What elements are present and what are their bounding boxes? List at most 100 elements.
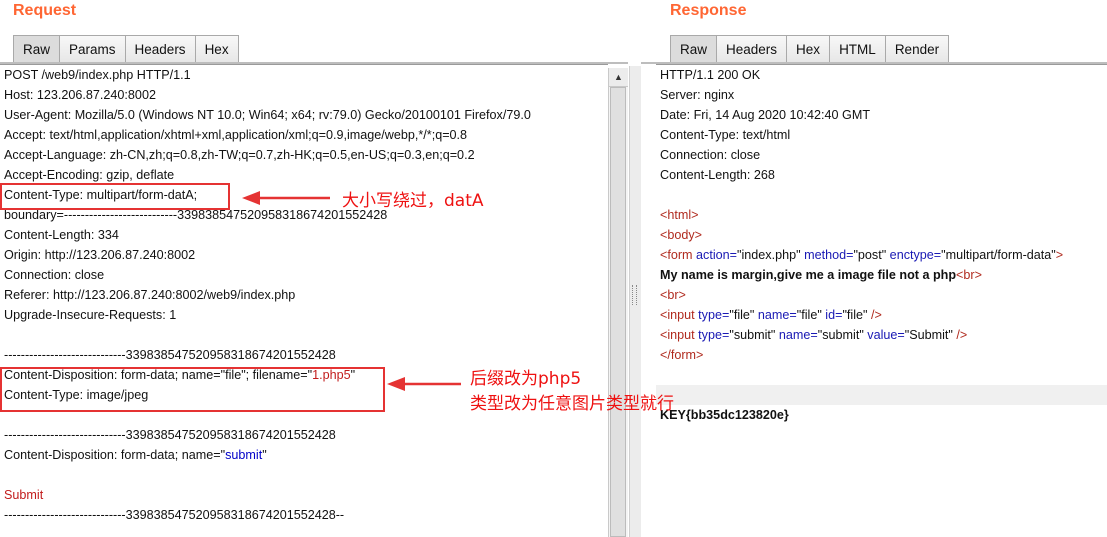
- text-segment: Origin: http://123.206.87.240:8002: [4, 248, 196, 262]
- response-line: <br>: [656, 285, 1107, 305]
- request-line: Referer: http://123.206.87.240:8002/web9…: [0, 285, 608, 305]
- response-line: KEY{bb35dc123820e}: [656, 405, 1107, 425]
- text-segment: Content-Type: text/html: [660, 128, 791, 142]
- response-pane: Response Raw Headers Hex HTML Render HTTP/1.…: [641, 0, 1107, 537]
- response-tab-headers[interactable]: Headers: [717, 35, 788, 63]
- request-tab-params[interactable]: Params: [60, 35, 126, 63]
- request-tab-raw[interactable]: Raw: [13, 35, 61, 63]
- response-line: Server: nginx: [656, 85, 1107, 105]
- text-segment: Submit: [4, 488, 44, 502]
- triangle-up-icon[interactable]: ▲: [609, 68, 628, 87]
- pane-splitter[interactable]: [628, 0, 642, 537]
- response-line: </form>: [656, 345, 1107, 365]
- response-line: [656, 365, 1107, 385]
- request-line: POST /web9/index.php HTTP/1.1: [0, 65, 608, 85]
- text-segment: -----------------------------33983854752…: [4, 348, 336, 362]
- request-line: Accept-Encoding: gzip, deflate: [0, 165, 608, 185]
- request-line: Content-Disposition: form-data; name="su…: [0, 445, 608, 465]
- response-line: Content-Length: 268: [656, 165, 1107, 185]
- text-segment: <br>: [956, 268, 982, 282]
- text-segment: "submit": [729, 328, 776, 342]
- text-segment: action=: [696, 248, 738, 262]
- response-line: <form action="index.php" method="post" e…: [656, 245, 1107, 265]
- text-segment: Accept: text/html,application/xhtml+xml,…: [4, 128, 468, 142]
- text-segment: enctype=: [886, 248, 942, 262]
- arrow-left-icon: [242, 191, 330, 205]
- annotation-suffix-note: 后缀改为php5: [470, 369, 582, 389]
- text-segment: <input: [660, 308, 699, 322]
- response-line: [656, 385, 1107, 405]
- text-segment: Server: nginx: [660, 88, 735, 102]
- text-segment: method=: [800, 248, 854, 262]
- text-segment: Date: Fri, 14 Aug 2020 10:42:40 GMT: [660, 108, 871, 122]
- response-raw-content[interactable]: HTTP/1.1 200 OK Server: nginx Date: Fri, 1…: [656, 64, 1107, 537]
- text-segment: Connection: close: [4, 268, 105, 282]
- request-line: -----------------------------33983854752…: [0, 505, 608, 525]
- response-line: Connection: close: [656, 145, 1107, 165]
- text-segment: Connection: close: [660, 148, 761, 162]
- response-tab-render[interactable]: Render: [885, 35, 950, 63]
- text-segment: submit: [225, 448, 263, 462]
- scrollbar-thumb[interactable]: [610, 87, 626, 537]
- request-line: User-Agent: Mozilla/5.0 (Windows NT 10.0…: [0, 105, 608, 125]
- text-segment: >: [1055, 248, 1064, 262]
- text-segment: />: [952, 328, 968, 342]
- text-segment: name=: [754, 308, 797, 322]
- text-segment: Referer: http://123.206.87.240:8002/web9…: [4, 288, 296, 302]
- response-line: My name is margin,give me a image file n…: [656, 265, 1107, 285]
- request-tab-bar: Raw Params Headers Hex: [13, 35, 239, 63]
- request-tab-hex[interactable]: Hex: [195, 35, 239, 63]
- text-segment: "submit": [817, 328, 864, 342]
- request-line: Submit: [0, 485, 608, 505]
- annotation-type-note: 类型改为任意图片类型就行: [470, 394, 674, 414]
- request-pane: Request Raw Params Headers Hex POST /web9/i…: [0, 0, 628, 537]
- request-title: Request: [13, 2, 77, 19]
- request-line: Content-Length: 334: [0, 225, 608, 245]
- text-segment: Content-Length: 334: [4, 228, 119, 242]
- text-segment: />: [867, 308, 882, 322]
- response-tab-hex[interactable]: Hex: [787, 35, 831, 63]
- text-segment: "file": [796, 308, 822, 322]
- text-segment: "index.php": [737, 248, 801, 262]
- response-tab-html[interactable]: HTML: [830, 35, 886, 63]
- text-segment: Accept-Language: zh-CN,zh;q=0.8,zh-TW;q=…: [4, 148, 475, 162]
- request-tab-headers[interactable]: Headers: [125, 35, 196, 63]
- response-line: <body>: [656, 225, 1107, 245]
- text-segment: type=: [698, 328, 730, 342]
- text-segment: KEY{bb35dc123820e}: [660, 408, 789, 422]
- text-segment: Content-Length: 268: [660, 168, 775, 182]
- response-line: Content-Type: text/html: [656, 125, 1107, 145]
- request-line: -----------------------------33983854752…: [0, 425, 608, 445]
- response-line: <input type="file" name="file" id="file"…: [656, 305, 1107, 325]
- text-segment: name=: [775, 328, 818, 342]
- request-line: Connection: close: [0, 265, 608, 285]
- request-raw-content[interactable]: POST /web9/index.php HTTP/1.1 Host: 123.2…: [0, 64, 608, 537]
- text-segment: <br>: [660, 288, 686, 302]
- text-segment: <html>: [660, 208, 699, 222]
- response-line: [656, 185, 1107, 205]
- text-segment: HTTP/1.1 200 OK: [660, 68, 761, 82]
- response-line: HTTP/1.1 200 OK: [656, 65, 1107, 85]
- text-segment: -----------------------------33983854752…: [4, 428, 336, 442]
- text-segment: <body>: [660, 228, 703, 242]
- request-line: -----------------------------33983854752…: [0, 345, 608, 365]
- text-segment: "Submit": [904, 328, 953, 342]
- text-segment: type=: [698, 308, 730, 322]
- annotation-box-content-type: [0, 183, 230, 210]
- text-segment: <input: [660, 328, 699, 342]
- text-segment: Upgrade-Insecure-Requests: 1: [4, 308, 177, 322]
- response-tab-raw[interactable]: Raw: [670, 35, 718, 63]
- response-title: Response: [670, 2, 747, 19]
- arrow-left-icon: [387, 377, 461, 391]
- text-segment: id=: [821, 308, 843, 322]
- annotation-box-content-disposition: [0, 367, 385, 412]
- annotation-case-bypass-note: 大小写绕过，datA: [342, 191, 484, 211]
- response-line: <input type="submit" name="submit" value…: [656, 325, 1107, 345]
- text-segment: Content-Disposition: form-data; name=": [4, 448, 226, 462]
- request-scrollbar[interactable]: ▲: [608, 68, 628, 537]
- text-segment: "file": [842, 308, 868, 322]
- text-segment: Accept-Encoding: gzip, deflate: [4, 168, 175, 182]
- text-segment: boundary=---------------------------3398…: [4, 208, 388, 222]
- text-segment: POST /web9/index.php HTTP/1.1: [4, 68, 191, 82]
- grip-icon: [632, 285, 637, 305]
